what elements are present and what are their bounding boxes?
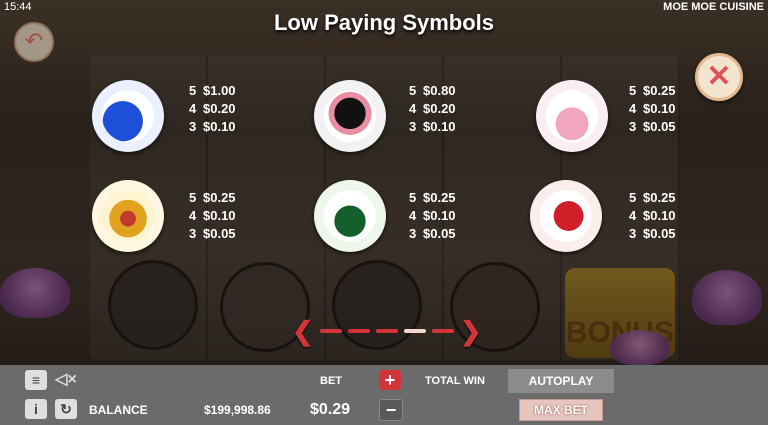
pay-amount: $0.25 — [423, 190, 456, 205]
info-icon[interactable]: i — [25, 399, 47, 419]
page-dot[interactable] — [347, 329, 370, 333]
pay-count: 3 — [189, 119, 197, 134]
pay-count: 5 — [629, 190, 637, 205]
pay-amount: $0.80 — [423, 83, 456, 98]
symbol-pink-crane-icon — [536, 80, 608, 152]
autoplay-button[interactable]: AUTOPLAY — [508, 369, 614, 393]
bet-decrease-button[interactable]: − — [379, 399, 403, 421]
pay-count: 4 — [409, 208, 417, 223]
pay-amount: $0.25 — [203, 190, 236, 205]
bet-increase-button[interactable]: + — [379, 370, 401, 390]
pay-amount: $0.10 — [643, 208, 676, 223]
pay-count: 3 — [409, 226, 417, 241]
pay-amount: $0.20 — [203, 101, 236, 116]
prev-page-icon[interactable]: ❮ — [292, 316, 314, 347]
bet-label: BET — [320, 375, 342, 387]
page-dot[interactable] — [319, 329, 342, 333]
balance-label: BALANCE — [89, 403, 148, 417]
balance-value: $199,998.86 — [204, 403, 271, 417]
symbol-gold-dragon-icon — [92, 180, 164, 252]
pay-count: 4 — [409, 101, 417, 116]
pay-amount: $0.10 — [203, 119, 236, 134]
max-bet-button[interactable]: MAX BET — [519, 399, 603, 421]
pay-count: 5 — [409, 83, 417, 98]
mute-icon[interactable]: ◁× — [55, 370, 77, 390]
pay-count: 3 — [629, 226, 637, 241]
pay-amount: $0.05 — [643, 119, 676, 134]
paytable-black-flower: 5 $0.80 4 $0.20 3 $0.10 — [409, 82, 456, 136]
pay-amount: $0.25 — [643, 83, 676, 98]
paytable-blue-flower: 5 $1.00 4 $0.20 3 $0.10 — [189, 82, 236, 136]
symbol-blue-flower-icon — [92, 80, 164, 152]
pay-amount: $0.20 — [423, 101, 456, 116]
page-dot[interactable] — [375, 329, 398, 333]
pay-amount: $1.00 — [203, 83, 236, 98]
pay-count: 5 — [409, 190, 417, 205]
pay-amount: $0.05 — [643, 226, 676, 241]
pay-amount: $0.25 — [643, 190, 676, 205]
pay-amount: $0.10 — [423, 119, 456, 134]
symbol-black-flower-icon — [314, 80, 386, 152]
pay-amount: $0.10 — [643, 101, 676, 116]
paytable-gold-dragon: 5 $0.25 4 $0.10 3 $0.05 — [189, 189, 236, 243]
pay-amount: $0.10 — [203, 208, 236, 223]
pay-count: 3 — [629, 119, 637, 134]
page-indicator: ❮ ❯ — [292, 316, 482, 347]
pay-count: 4 — [629, 208, 637, 223]
close-button[interactable]: ✕ — [695, 53, 743, 101]
pay-count: 3 — [409, 119, 417, 134]
symbol-red-koi-icon — [530, 180, 602, 252]
page-dot[interactable] — [431, 329, 454, 333]
next-page-icon[interactable]: ❯ — [460, 316, 482, 347]
pay-count: 5 — [629, 83, 637, 98]
pay-count: 4 — [189, 208, 197, 223]
pay-count: 5 — [189, 83, 197, 98]
paytable-green-crane: 5 $0.25 4 $0.10 3 $0.05 — [409, 189, 456, 243]
paytable-red-koi: 5 $0.25 4 $0.10 3 $0.05 — [629, 189, 676, 243]
bet-value: $0.29 — [310, 401, 351, 418]
paytable-pink-crane: 5 $0.25 4 $0.10 3 $0.05 — [629, 82, 676, 136]
pay-amount: $0.05 — [423, 226, 456, 241]
pay-amount: $0.10 — [423, 208, 456, 223]
page-title: Low Paying Symbols — [273, 10, 495, 35]
pay-count: 4 — [629, 101, 637, 116]
pay-count: 4 — [189, 101, 197, 116]
pay-count: 3 — [189, 226, 197, 241]
pay-amount: $0.05 — [203, 226, 236, 241]
total-win-label: TOTAL WIN — [425, 375, 485, 387]
symbol-green-crane-icon — [314, 180, 386, 252]
pay-count: 5 — [189, 190, 197, 205]
page-dot-active[interactable] — [403, 329, 426, 333]
page-subtitle: MOE MOE CUISINE ver.China — [301, 41, 467, 52]
history-icon[interactable]: ↻ — [55, 399, 77, 419]
menu-icon[interactable]: ≡ — [25, 370, 47, 390]
